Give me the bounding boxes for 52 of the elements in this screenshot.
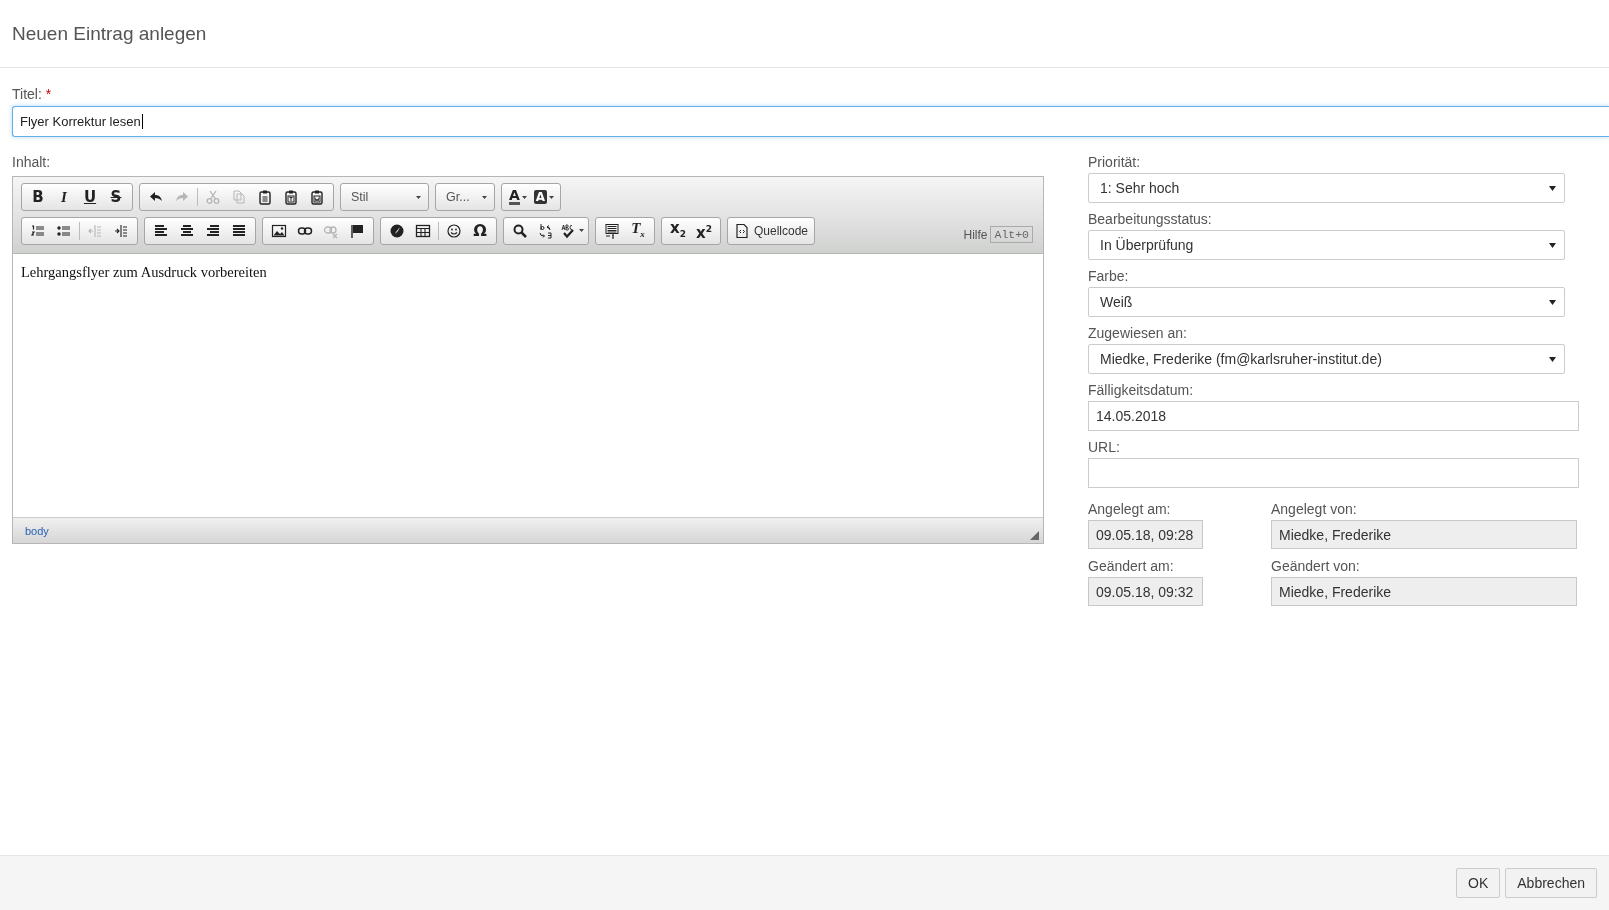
field-label: Angelegt am: [1088,501,1172,517]
field-label: Inhalt: [12,154,51,170]
format-button[interactable]: S [110,189,122,205]
field-label: Farbe: [1088,268,1130,284]
caret-icon [416,195,421,199]
dropdown[interactable]: 1: Sehr hoch [1088,173,1565,203]
source-code-icon [734,222,750,239]
resize-grip-icon[interactable] [1030,531,1039,540]
readonly-field: Miedke, Frederike [1271,520,1577,549]
dropdown[interactable]: Weiß [1088,287,1565,317]
field-label: Geändert von: [1271,558,1361,574]
readonly-field: 09.05.18, 09:28 [1088,520,1203,549]
caret-icon [1549,299,1556,305]
readonly-field: 09.05.18, 09:32 [1088,577,1203,606]
style-dropdown[interactable]: Gr... [435,183,495,211]
shortcut-key: Alt+0 [990,226,1033,243]
readonly-field: Miedke, Frederike [1271,577,1577,606]
dialog-title: Neuen Eintrag anlegen [12,22,207,45]
help-label: Hilfe [963,227,988,242]
format-button[interactable]: A [509,189,520,205]
field-label: URL: [1088,439,1121,455]
format-button[interactable]: x$^{2}$ [696,220,712,241]
cancel-button[interactable]: Abbrechen [1505,868,1597,898]
format-button[interactable]: T$_{x}$ [631,219,645,242]
field-label: Fälligkeitsdatum: [1088,382,1195,398]
caret-icon [1549,185,1556,191]
dropdown[interactable]: Miedke, Frederike (fm@karlsruher-institut.de) [1088,344,1565,374]
input-field[interactable] [1088,458,1579,488]
field-label: Bearbeitungsstatus: [1088,211,1213,227]
field-label: Titel: [12,86,42,102]
format-button[interactable]: A [533,190,548,204]
field-label: Zugewiesen an: [1088,325,1188,341]
caret-icon [482,195,487,199]
field-label: Geändert am: [1088,558,1175,574]
style-dropdown[interactable]: Stil [340,183,429,211]
format-button[interactable]: B [32,189,44,205]
format-button[interactable]: x$_{2}$ [670,219,686,242]
ok-button[interactable]: OK [1456,868,1501,898]
caret-icon [1549,242,1556,248]
field-label: Priorität: [1088,154,1142,170]
required-mark: * [45,86,52,102]
element-path-link[interactable]: body [25,524,49,537]
field-label: Angelegt von: [1271,501,1358,517]
dropdown[interactable]: In Überprüfung [1088,230,1565,260]
source-button[interactable]: Quellcode [727,216,816,245]
format-button[interactable]: Ω [473,222,487,239]
input-field[interactable]: 14.05.2018 [1088,401,1579,431]
editor-text: Lehrgangsflyer zum Ausdruck vorbereiten [21,264,268,281]
format-button[interactable]: U [83,189,97,205]
title-field[interactable]: Flyer Korrektur lesen [12,106,1609,137]
caret-icon [1549,356,1556,362]
format-button[interactable]: I [61,189,67,205]
